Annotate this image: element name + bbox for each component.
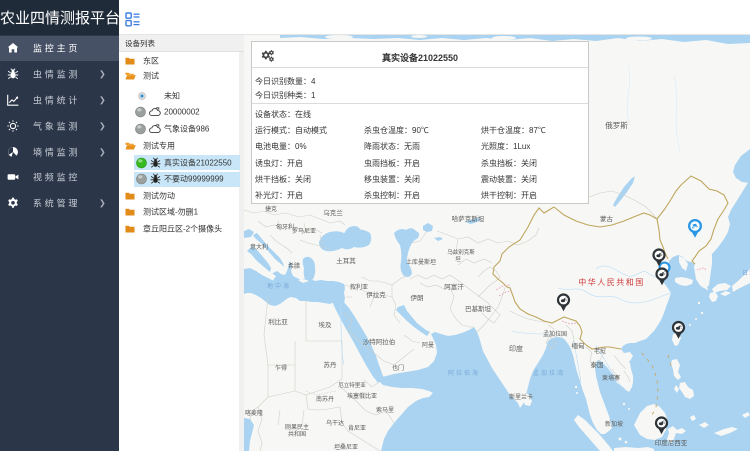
svg-text:厄立特里亚: 厄立特里亚 <box>338 381 366 389</box>
svg-text:土耳其: 土耳其 <box>336 256 356 265</box>
svg-text:叙利亚: 叙利亚 <box>350 283 368 291</box>
svg-text:希腊: 希腊 <box>288 262 300 270</box>
svg-text:肯尼亚: 肯尼亚 <box>348 424 366 432</box>
svg-text:埃及: 埃及 <box>319 320 333 329</box>
svg-text:索马里: 索马里 <box>376 406 394 414</box>
svg-text:泰国: 泰国 <box>591 360 604 369</box>
svg-text:也门: 也门 <box>392 364 404 372</box>
svg-text:缅甸: 缅甸 <box>572 341 585 350</box>
svg-text:老挝: 老挝 <box>594 347 606 355</box>
svg-text:日本海: 日本海 <box>742 269 750 277</box>
svg-text:喀麦隆: 喀麦隆 <box>245 409 263 417</box>
svg-text:苏丹: 苏丹 <box>324 360 338 369</box>
svg-text:阿富汗: 阿富汗 <box>444 282 464 291</box>
svg-text:乍得: 乍得 <box>275 364 287 372</box>
svg-text:印度尼西亚: 印度尼西亚 <box>655 438 688 447</box>
svg-text:孟加拉湾: 孟加拉湾 <box>533 369 565 377</box>
svg-text:地中海: 地中海 <box>267 282 291 290</box>
svg-text:利比亚: 利比亚 <box>268 317 288 326</box>
svg-text:沙特阿拉伯: 沙特阿拉伯 <box>363 337 396 346</box>
svg-text:阿曼: 阿曼 <box>422 341 434 349</box>
svg-text:乌克兰: 乌克兰 <box>323 208 343 217</box>
svg-text:伊朗: 伊朗 <box>411 293 424 302</box>
svg-text:巴基斯坦: 巴基斯坦 <box>465 304 492 313</box>
svg-text:南苏丹: 南苏丹 <box>316 395 334 403</box>
svg-text:坦桑尼亚: 坦桑尼亚 <box>334 443 358 451</box>
svg-text:匈牙利: 匈牙利 <box>276 223 294 231</box>
svg-text:乌干达: 乌干达 <box>326 419 344 427</box>
svg-text:哈萨克斯坦: 哈萨克斯坦 <box>452 214 485 223</box>
svg-text:共和国: 共和国 <box>288 430 306 438</box>
svg-text:阿拉伯海: 阿拉伯海 <box>448 369 480 377</box>
svg-text:刚果民主: 刚果民主 <box>285 423 309 431</box>
svg-text:斯里兰卡: 斯里兰卡 <box>509 393 533 401</box>
svg-text:印度: 印度 <box>509 344 523 353</box>
svg-text:土库曼斯坦: 土库曼斯坦 <box>406 258 436 266</box>
svg-text:蒙古: 蒙古 <box>600 214 614 223</box>
svg-text:俄罗斯: 俄罗斯 <box>605 120 628 130</box>
svg-text:中华人民共和国: 中华人民共和国 <box>578 277 645 287</box>
svg-text:捷克: 捷克 <box>265 205 277 213</box>
svg-text:新加坡: 新加坡 <box>605 420 623 428</box>
svg-text:埃塞俄比亚: 埃塞俄比亚 <box>347 392 377 400</box>
svg-text:意大利: 意大利 <box>250 243 268 251</box>
svg-text:乌兹别克斯: 乌兹别克斯 <box>447 248 475 256</box>
svg-text:柬埔寨: 柬埔寨 <box>602 374 620 382</box>
svg-text:罗马尼亚: 罗马尼亚 <box>292 227 316 235</box>
svg-text:伊拉克: 伊拉克 <box>366 290 386 299</box>
svg-text:孟加拉国: 孟加拉国 <box>543 330 567 338</box>
svg-text:坦: 坦 <box>455 255 461 263</box>
